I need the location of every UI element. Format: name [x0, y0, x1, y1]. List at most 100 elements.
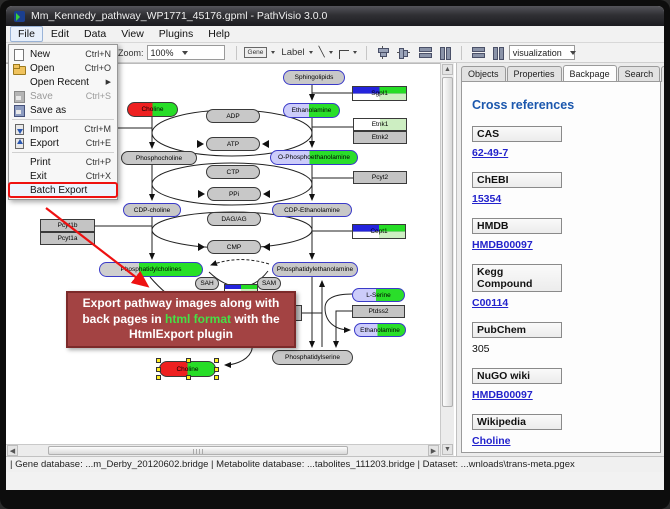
pathway-node-cept1[interactable]: Cept1 — [352, 224, 406, 239]
file-menu-item-export[interactable]: ExportCtrl+E — [9, 136, 117, 150]
pathway-node-pcyt2[interactable]: Pcyt2 — [353, 171, 407, 184]
pathway-node-sphingolipids[interactable]: Sphingolipids — [283, 70, 345, 85]
horizontal-scroll-thumb[interactable] — [48, 446, 348, 455]
node-label: Pcyt2 — [372, 174, 388, 181]
tab-search[interactable]: Search — [618, 66, 661, 82]
pathway-node-atp[interactable]: ATP — [206, 137, 260, 151]
vertical-scrollbar[interactable]: ▲ ▼ — [440, 63, 454, 456]
tab-legend[interactable]: Legend — [661, 66, 664, 82]
pathway-node-phosphatidylcholines[interactable]: Phosphatidylcholines — [99, 262, 203, 277]
chevron-down-icon[interactable] — [353, 51, 357, 54]
pathway-node-choline[interactable]: Choline — [159, 361, 216, 377]
pathway-node-cmp[interactable]: CMP — [207, 240, 261, 254]
chevron-down-icon[interactable] — [329, 51, 333, 54]
crossref-link[interactable]: 62-49-7 — [472, 147, 650, 159]
pathway-node-adp[interactable]: ADP — [206, 109, 260, 123]
zoom-combobox[interactable]: 100% — [147, 45, 225, 60]
pathway-node-l-serine[interactable]: L-Serine — [352, 288, 405, 302]
menu-view[interactable]: View — [114, 27, 151, 41]
file-menu-item-import[interactable]: ImportCtrl+M — [9, 122, 117, 136]
node-label: Phosphatidylserine — [285, 354, 340, 361]
menu-plugins[interactable]: Plugins — [152, 27, 200, 41]
blank-icon — [12, 157, 27, 168]
pathway-node-sam[interactable]: SAM — [257, 277, 281, 290]
align-vertical-center-button[interactable] — [397, 46, 410, 59]
align-horizontal-center-button[interactable] — [376, 46, 389, 59]
scroll-down-button[interactable]: ▼ — [442, 444, 453, 455]
label-tool-button[interactable]: Label — [279, 45, 306, 61]
menu-help[interactable]: Help — [201, 27, 237, 41]
file-menu-item-open[interactable]: OpenCtrl+O — [9, 61, 117, 75]
tab-backpage[interactable]: Backpage — [563, 65, 617, 81]
file-menu-item-new[interactable]: NewCtrl+N — [9, 47, 117, 61]
connector-tool-button[interactable] — [337, 45, 351, 61]
zoom-label: Zoom: — [118, 48, 144, 58]
crossref-heading: Cross references — [472, 98, 650, 112]
crossref-link[interactable]: Choline — [472, 435, 650, 447]
pathway-node-sah[interactable]: SAH — [195, 277, 219, 290]
pathway-node-pcyt1a[interactable]: Pcyt1a — [40, 232, 95, 245]
scroll-up-button[interactable]: ▲ — [442, 64, 453, 75]
pathway-node-etnk1[interactable]: Etnk1 — [353, 118, 407, 131]
pathway-node-ethanolamine[interactable]: Ethanolamine — [354, 323, 406, 337]
file-menu-item-open-recent[interactable]: Open Recent▶ — [9, 75, 117, 89]
pathway-node-cdp-choline[interactable]: CDP-choline — [123, 203, 181, 217]
line-tool-button[interactable]: ╲ — [317, 45, 327, 61]
status-text: | Gene database: ...m_Derby_20120602.bri… — [10, 459, 575, 470]
crossref-link[interactable]: 15354 — [472, 193, 650, 205]
pathway-node-pcyt1b[interactable]: Pcyt1b — [40, 219, 95, 232]
pathway-node-ethanolamine[interactable]: Ethanolamine — [283, 103, 340, 118]
visualization-combobox[interactable]: visualization — [509, 45, 575, 60]
title-bar: Mm_Kennedy_pathway_WP1771_45176.gpml - P… — [6, 6, 664, 26]
node-label: DAG/AG — [221, 216, 246, 223]
crossref-link[interactable]: C00114 — [472, 297, 650, 309]
pathway-node-ptdss2[interactable]: Ptdss2 — [352, 305, 405, 318]
scroll-left-button[interactable]: ◀ — [7, 445, 18, 456]
crossref-link[interactable]: HMDB00097 — [472, 239, 650, 251]
node-label: Ethanolamine — [292, 107, 332, 114]
vertical-scroll-thumb[interactable] — [442, 77, 453, 407]
scroll-right-button[interactable]: ▶ — [428, 445, 439, 456]
stack-horizontal-button[interactable] — [439, 46, 452, 59]
common-height-button[interactable] — [471, 46, 484, 59]
pathway-node-phosphatidylserine[interactable]: Phosphatidylserine — [272, 350, 353, 365]
pathway-node-phosphocholine[interactable]: Phosphocholine — [121, 151, 197, 165]
menu-edit[interactable]: Edit — [44, 27, 76, 41]
open-icon — [12, 63, 27, 74]
menu-file[interactable]: File — [10, 26, 43, 42]
tab-objects[interactable]: Objects — [461, 66, 506, 82]
pathway-node-phosphatidylethanolamine[interactable]: Phosphatidylethanolamine — [272, 262, 358, 277]
horizontal-scrollbar[interactable]: ◀ ▶ — [6, 444, 440, 456]
pathway-node-choline[interactable]: Choline — [127, 102, 178, 117]
file-menu-item-exit[interactable]: ExitCtrl+X — [9, 169, 117, 183]
pathway-node-cdp-ethanolamine[interactable]: CDP-Ethanolamine — [272, 203, 352, 217]
crossref-section-hmdb: HMDBHMDB00097 — [472, 218, 650, 251]
crossref-link[interactable]: HMDB00097 — [472, 389, 650, 401]
menu-shortcut: Ctrl+X — [86, 171, 111, 181]
node-label: Choline — [141, 106, 163, 113]
file-menu-item-save[interactable]: SaveCtrl+S — [9, 89, 117, 103]
pathway-node-etnk2[interactable]: Etnk2 — [353, 131, 407, 144]
gene-node-icon: Gene — [244, 47, 268, 58]
file-menu-item-batch-export[interactable]: Batch Export — [9, 183, 117, 197]
menu-data[interactable]: Data — [77, 27, 113, 41]
pathway-node-o-phosphoethanolamine[interactable]: O-Phosphoethanolamine — [270, 150, 358, 165]
pathway-node-ctp[interactable]: CTP — [206, 165, 260, 179]
chevron-down-icon[interactable] — [271, 51, 275, 54]
file-menu-item-print[interactable]: PrintCtrl+P — [9, 155, 117, 169]
datanode-tool-button[interactable]: Gene — [242, 45, 270, 61]
submenu-arrow-icon: ▶ — [106, 78, 111, 86]
file-menu-item-save-as[interactable]: Save as — [9, 103, 117, 117]
chevron-down-icon[interactable] — [309, 51, 313, 54]
stack-vertical-button[interactable] — [418, 46, 431, 59]
menu-shortcut: Ctrl+M — [84, 124, 111, 134]
tab-properties[interactable]: Properties — [507, 66, 562, 82]
pathway-node-dag-ag[interactable]: DAG/AG — [207, 212, 261, 226]
node-label: CMP — [227, 244, 241, 251]
menu-bar: FileEditDataViewPluginsHelp — [6, 26, 664, 43]
chevron-down-icon — [182, 51, 188, 55]
node-label: Etnk2 — [372, 134, 389, 141]
pathway-node-ppi[interactable]: PPi — [207, 187, 261, 201]
pathway-node-sgpl1[interactable]: Sgpl1 — [352, 86, 407, 101]
common-width-button[interactable] — [492, 46, 505, 59]
